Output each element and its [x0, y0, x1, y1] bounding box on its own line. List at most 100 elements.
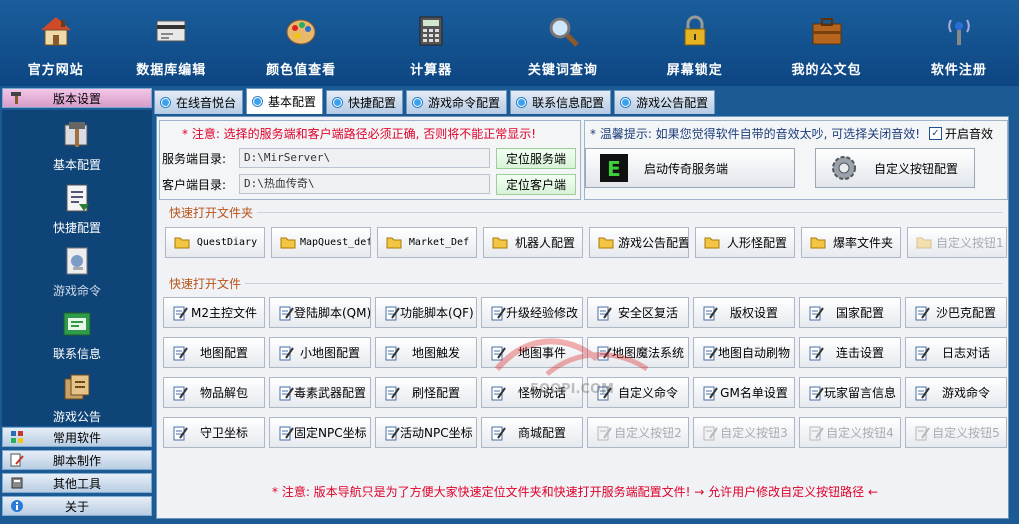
file-button[interactable]: 地图事件 [481, 337, 583, 368]
house-icon [38, 13, 74, 49]
file-button-label: 毒素武器配置 [294, 386, 367, 400]
file-button[interactable]: 自定义按钮5 [905, 417, 1007, 448]
file-button[interactable]: 安全区复活 [587, 297, 689, 328]
sidebar-item-basic-config[interactable]: 基本配置 [2, 118, 152, 173]
folder-button-2[interactable]: Market_Def [377, 227, 477, 258]
file-button[interactable]: 日志对话 [905, 337, 1007, 368]
file-button[interactable]: 国家配置 [799, 297, 901, 328]
folder-button-1[interactable]: MapQuest_def [271, 227, 371, 258]
radio-dot-icon [517, 98, 527, 107]
file-button[interactable]: 怪物说话 [481, 377, 583, 408]
file-button[interactable]: 连击设置 [799, 337, 901, 368]
folder-icon [916, 236, 932, 250]
file-button[interactable]: 地图魔法系统 [587, 337, 689, 368]
folder-button-6[interactable]: 爆率文件夹 [801, 227, 901, 258]
folder-button-3[interactable]: 机器人配置 [483, 227, 583, 258]
sidebar-item-label: 快捷配置 [52, 221, 101, 235]
sidebar-item-shortcut-config[interactable]: 快捷配置 [2, 181, 152, 236]
file-button[interactable]: 登陆脚本(QM) [269, 297, 371, 328]
server-dir-input[interactable]: D:\MirServer\ [239, 148, 490, 168]
file-button[interactable]: 自定义按钮4 [799, 417, 901, 448]
toolbar-button-2[interactable]: 颜色值查看 [231, 0, 371, 86]
briefcase-icon [809, 13, 845, 49]
file-button[interactable]: M2主控文件 [163, 297, 265, 328]
toolbar-button-1[interactable]: 数据库编辑 [112, 0, 231, 86]
edit-doc-icon [384, 385, 400, 401]
locate-client-button[interactable]: 定位客户端 [496, 174, 576, 195]
client-dir-input[interactable]: D:\热血传奇\ [239, 174, 490, 194]
edit-doc-icon [596, 345, 612, 361]
folder-button-5[interactable]: 人形怪配置 [695, 227, 795, 258]
file-button[interactable]: 刷怪配置 [375, 377, 477, 408]
file-button[interactable]: 地图触发 [375, 337, 477, 368]
sidebar-item-label: 基本配置 [52, 158, 101, 172]
toolbar-button-label: 数据库编辑 [136, 63, 207, 78]
toolbar-button-6[interactable]: 我的公文包 [754, 0, 898, 86]
section-script-making[interactable]: 脚本制作 [2, 450, 152, 470]
section-common-software[interactable]: 常用软件 [2, 427, 152, 447]
file-button[interactable]: 沙巴克配置 [905, 297, 1007, 328]
file-button[interactable]: 地图自动刷物 [693, 337, 795, 368]
edit-doc-icon [384, 345, 400, 361]
file-button[interactable]: 自定义按钮2 [587, 417, 689, 448]
file-button[interactable]: GM名单设置 [693, 377, 795, 408]
sidebar-item-contact-info[interactable]: 联系信息 [2, 307, 152, 362]
file-button[interactable]: 自定义按钮3 [693, 417, 795, 448]
file-button-label: 日志对话 [941, 346, 990, 360]
tab-2[interactable]: 快捷配置 [326, 90, 404, 114]
file-button-label: 固定NPC坐标 [294, 426, 367, 440]
folder-button-label: 自定义按钮1 [936, 236, 1004, 250]
folder-button-label: 爆率文件夹 [832, 236, 893, 250]
toolbar-button-label: 我的公文包 [791, 63, 862, 78]
folder-button-label: Market_Def [408, 237, 470, 248]
folder-icon [174, 236, 190, 250]
folder-button-0[interactable]: QuestDiary [165, 227, 265, 258]
tab-5[interactable]: 游戏公告配置 [614, 90, 716, 114]
file-button[interactable]: 小地图配置 [269, 337, 371, 368]
start-server-button[interactable]: E 启动传奇服务端 [585, 148, 795, 188]
sound-toggle[interactable]: ✓ 开启音效 [929, 125, 993, 142]
folder-icon [598, 236, 614, 250]
palette-icon [283, 13, 319, 49]
file-button-label: 地图魔法系统 [612, 346, 685, 360]
toolbar-button-0[interactable]: 官方网站 [0, 0, 112, 86]
section-version-settings[interactable]: 版本设置 [2, 88, 152, 108]
locate-server-button[interactable]: 定位服务端 [496, 148, 576, 169]
file-button-label: 登陆脚本(QM) [294, 306, 370, 320]
file-button-label: 功能脚本(QF) [400, 306, 474, 320]
edit-doc-icon [702, 345, 718, 361]
sidebar-item-game-notice[interactable]: 游戏公告 [2, 370, 152, 425]
file-button[interactable]: 毒素武器配置 [269, 377, 371, 408]
sidebar-item-label: 游戏公告 [52, 410, 101, 424]
toolbar-button-3[interactable]: 计算器 [371, 0, 490, 86]
section-about[interactable]: 关于 [2, 496, 152, 516]
file-button[interactable]: 游戏命令 [905, 377, 1007, 408]
tab-3[interactable]: 游戏命令配置 [406, 90, 508, 114]
file-button[interactable]: 活动NPC坐标 [375, 417, 477, 448]
folder-button-label: MapQuest_def [300, 237, 370, 248]
file-button[interactable]: 地图配置 [163, 337, 265, 368]
tab-4[interactable]: 联系信息配置 [510, 90, 612, 114]
edit-doc-icon [172, 385, 188, 401]
sidebar-item-game-command[interactable]: 游戏命令 [2, 244, 152, 299]
toolbar-button-5[interactable]: 屏幕锁定 [635, 0, 754, 86]
folder-button-7[interactable]: 自定义按钮1 [907, 227, 1007, 258]
file-button[interactable]: 功能脚本(QF) [375, 297, 477, 328]
info-icon [9, 498, 25, 514]
section-other-tools[interactable]: 其他工具 [2, 473, 152, 493]
file-button[interactable]: 玩家留言信息 [799, 377, 901, 408]
file-button[interactable]: 守卫坐标 [163, 417, 265, 448]
folder-button-4[interactable]: 游戏公告配置 [589, 227, 689, 258]
custom-button-config-button[interactable]: 自定义按钮配置 [815, 148, 975, 188]
toolbar-button-4[interactable]: 关键词查询 [491, 0, 635, 86]
edit-doc-icon [384, 305, 400, 321]
file-button[interactable]: 版权设置 [693, 297, 795, 328]
file-button[interactable]: 物品解包 [163, 377, 265, 408]
file-button[interactable]: 固定NPC坐标 [269, 417, 371, 448]
file-button[interactable]: 自定义命令 [587, 377, 689, 408]
tab-0[interactable]: 在线音悦台 [154, 90, 244, 114]
file-button[interactable]: 升级经验修改 [481, 297, 583, 328]
tab-1[interactable]: 基本配置 [246, 88, 324, 114]
file-button[interactable]: 商城配置 [481, 417, 583, 448]
toolbar-button-7[interactable]: 软件注册 [899, 0, 1019, 86]
